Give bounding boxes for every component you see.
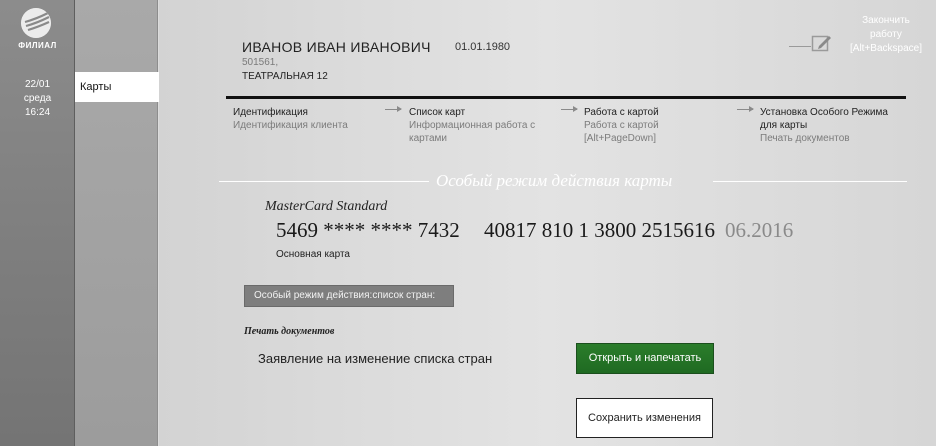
card-expiry: 06.2016 [725,218,794,242]
date-label: 22/01 [24,79,51,90]
client-id: 501561, [242,57,279,68]
weekday-label: среда [23,93,52,104]
step-special-mode[interactable]: Установка Особого Режима для карты Печат… [760,106,888,145]
card-role: Основная карта [276,249,350,260]
open-and-print-button[interactable]: Открыть и напечатать [576,343,714,374]
card-account: 40817 810 1 3800 2515616 [484,218,715,242]
section-divider-right [713,181,907,182]
step-hotkey: [Alt+PageDown] [584,133,656,144]
step-title: Установка Особого Режима [760,107,888,118]
header-divider [226,96,906,99]
step-identification[interactable]: Идентификация Идентификация клиента [233,106,348,132]
client-address: ТЕАТРАЛЬНАЯ 12 [242,71,328,82]
step-subtitle: Информационная работа с [409,120,536,131]
step-title-2: для карты [760,120,808,131]
time-label: 16:24 [24,107,51,118]
bank-logo-icon [21,8,51,38]
finish-work-button[interactable]: Закончить работу [Alt+Backspace] [838,14,934,56]
step-subtitle: Печать документов [760,133,850,144]
step-card-work[interactable]: Работа с картой Работа с картой [Alt+Pag… [584,106,659,145]
step-card-list[interactable]: Список карт Информационная работа с карт… [409,106,535,145]
step-arrow-icon [737,106,754,112]
client-name: ИВАНОВ ИВАН ИВАНОВИЧ [242,39,431,55]
step-subtitle: Идентификация клиента [233,120,348,131]
finish-label-1: Закончить [862,15,910,26]
branch-label: ФИЛИАЛ [18,41,57,50]
card-type: MasterCard Standard [265,199,388,214]
step-title: Работа с картой [584,107,659,118]
step-subtitle: Работа с картой [584,120,659,131]
special-mode-country-list-button[interactable]: Особый режим действия:список стран: [244,285,454,307]
print-documents-label: Печать документов [244,326,335,337]
section-divider-left [219,181,429,182]
save-changes-button[interactable]: Сохранить изменения [576,398,713,438]
edit-divider [789,46,811,47]
date-time-block: 22/01 среда 16:24 [0,78,75,120]
document-name: Заявление на изменение списка стран [258,351,493,366]
client-dob: 01.01.1980 [455,41,511,53]
step-arrow-icon [561,106,578,112]
card-number: 5469 **** **** 7432 [276,218,460,242]
step-title: Список карт [409,107,466,118]
step-title: Идентификация [233,107,308,118]
finish-label-2: работу [870,29,902,40]
step-subtitle: картами [409,133,447,144]
finish-hotkey: [Alt+Backspace] [850,43,922,54]
step-arrow-icon [385,106,402,112]
menu-column [75,0,158,446]
edit-icon[interactable] [811,33,833,53]
section-title: Особый режим действия карты [436,171,673,190]
left-rail: ФИЛИАЛ 22/01 среда 16:24 [0,0,75,446]
